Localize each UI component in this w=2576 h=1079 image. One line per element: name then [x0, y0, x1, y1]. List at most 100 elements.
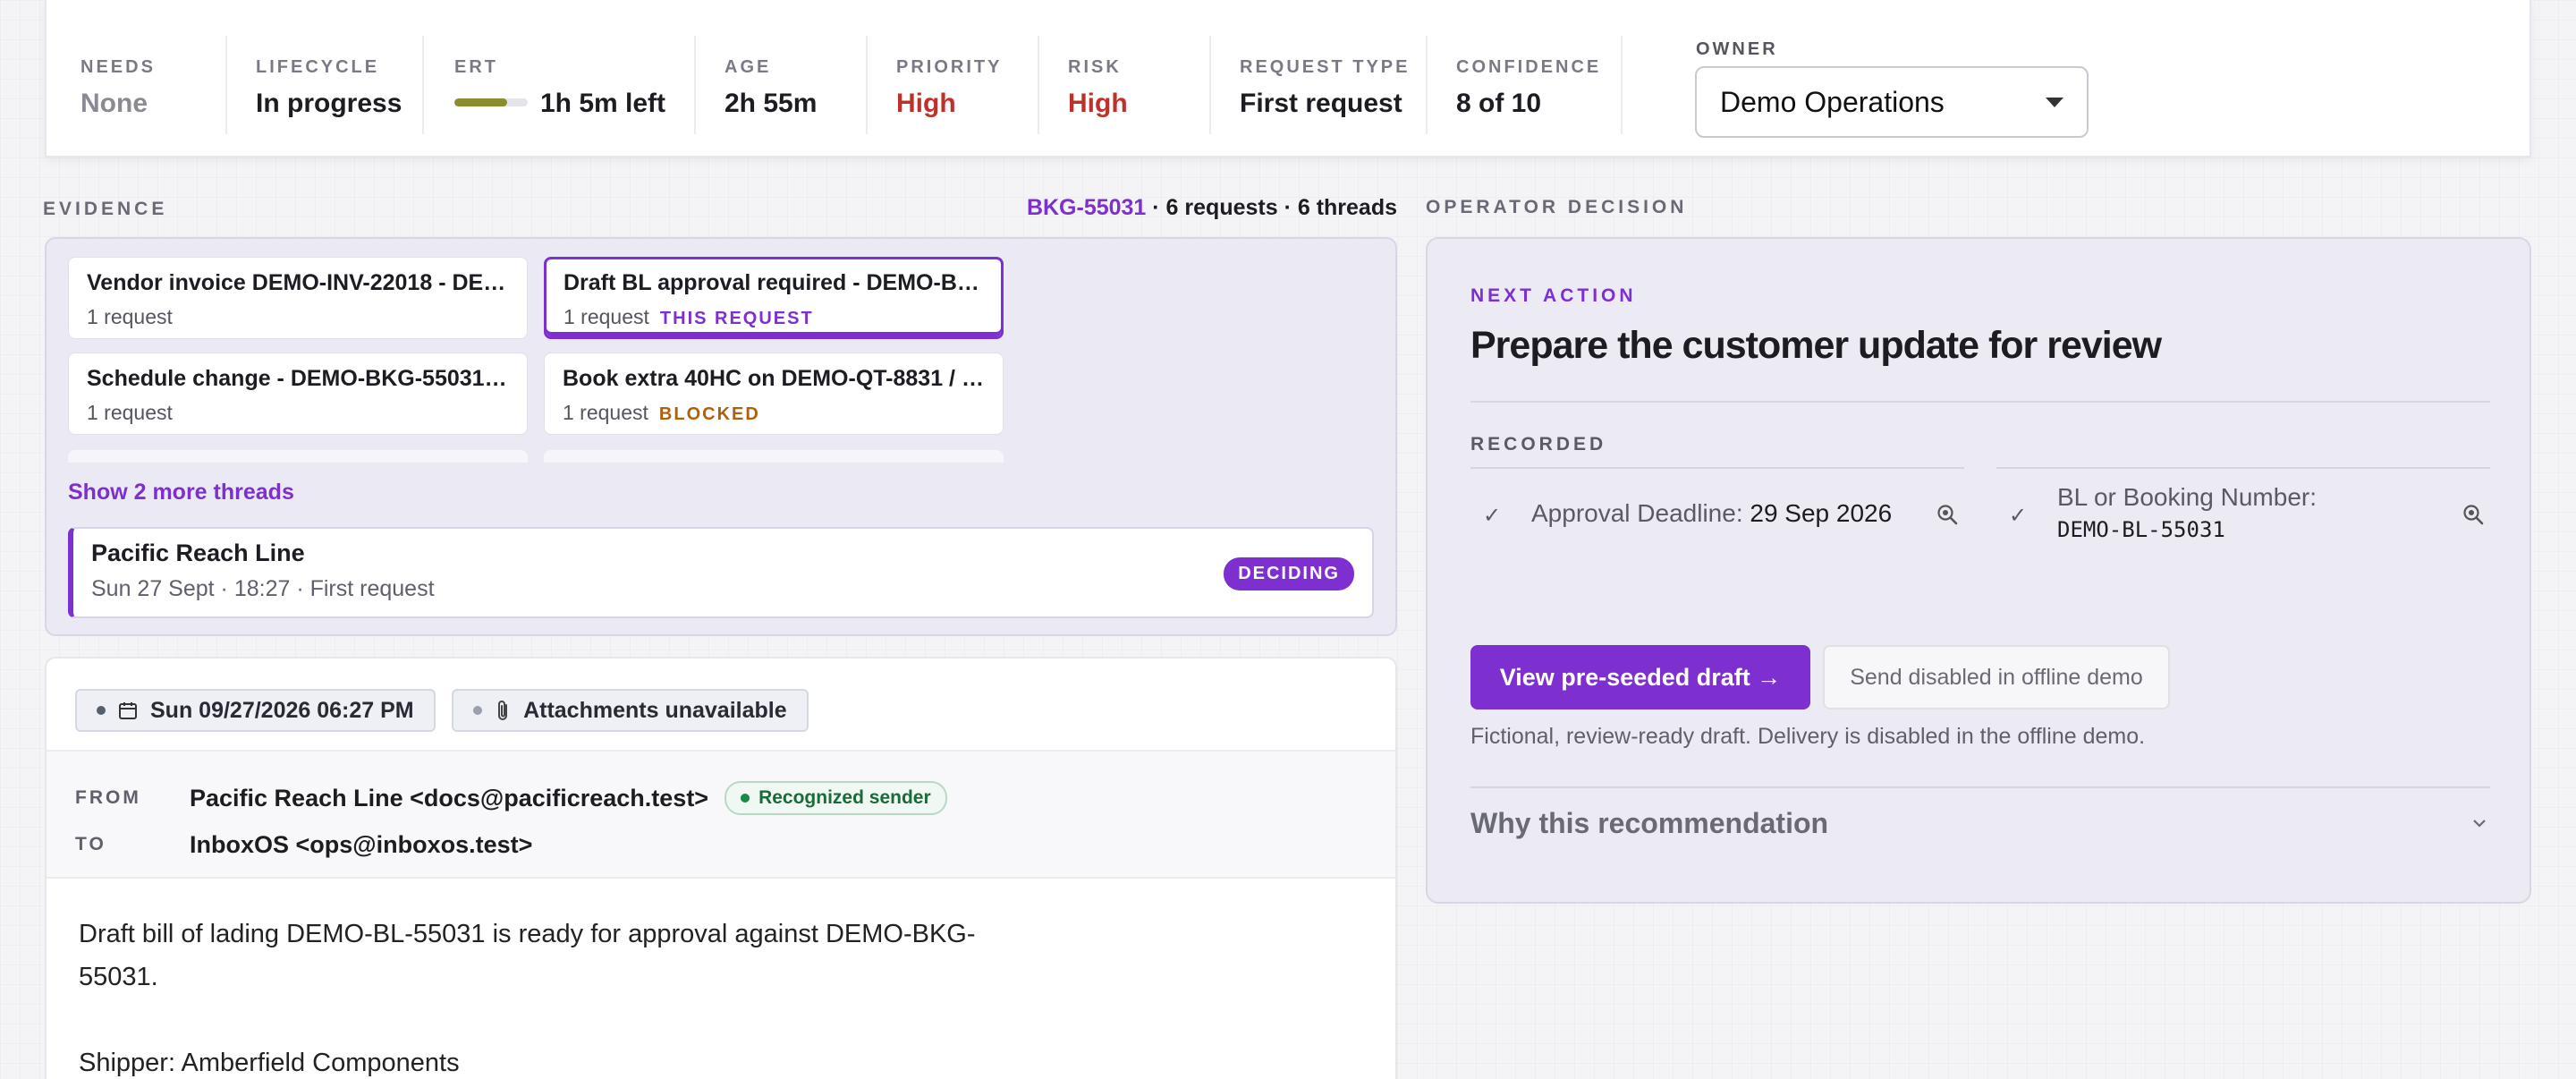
- thread-card-hidden: [68, 450, 528, 463]
- evidence-panel: Vendor invoice DEMO-INV-22018 - DEMO-BKG…: [45, 237, 1397, 636]
- attachments-chip: Attachments unavailable: [452, 689, 809, 732]
- stat-ert: ERT 1h 5m left: [454, 57, 665, 119]
- why-recommendation-toggle[interactable]: Why this recommendation: [1470, 786, 2490, 858]
- stat-lifecycle-label: LIFECYCLE: [256, 57, 380, 77]
- from-address: Pacific Reach Line <docs@pacificreach.te…: [190, 784, 709, 811]
- recorded-field-text: BL or Booking Number: DEMO-BL-55031: [2057, 483, 2317, 542]
- chevron-down-icon: [2046, 97, 2063, 107]
- recorded-label: RECORDED: [1470, 434, 1607, 455]
- thread-card-active[interactable]: Draft BL approval required - DEMO-BL-550…: [544, 257, 1004, 339]
- current-message-meta: Sun 27 Sept · 18:27 · First request: [91, 576, 435, 601]
- stat-age-value: 2h 55m: [724, 89, 818, 118]
- draft-note: Fictional, review-ready draft. Delivery …: [1470, 724, 2146, 749]
- case-stats-bar: NEEDS None LIFECYCLE In progress ERT 1h …: [45, 0, 2531, 157]
- stat-request-type: REQUEST TYPE First request: [1240, 57, 1410, 119]
- stat-priority: PRIORITY High: [896, 57, 1002, 119]
- field-value: 29 Sep 2026: [1750, 499, 1893, 527]
- email-date: Sun 09/27/2026 06:27 PM: [150, 697, 414, 723]
- next-action-title: Prepare the customer update for review: [1470, 324, 2162, 367]
- stat-risk-label: RISK: [1068, 57, 1122, 77]
- thread-sub: 1 request BLOCKED: [563, 401, 985, 425]
- thread-count: 1 request: [87, 305, 173, 328]
- search-source-icon[interactable]: [1936, 503, 1959, 526]
- email-body-paragraph: Draft bill of lading DEMO-BL-55031 is re…: [79, 920, 976, 991]
- operator-decision-panel: NEXT ACTION Prepare the customer update …: [1426, 237, 2531, 904]
- show-more-threads-link[interactable]: Show 2 more threads: [68, 480, 294, 506]
- recorded-field-text: Approval Deadline: 29 Sep 2026: [1531, 499, 1892, 528]
- from-label: FROM: [75, 787, 141, 808]
- stat-age: AGE 2h 55m: [724, 57, 817, 119]
- stat-divider: [866, 36, 868, 134]
- search-source-icon[interactable]: [2462, 503, 2485, 526]
- recorded-field-bl-number: ✓ BL or Booking Number: DEMO-BL-55031: [1996, 467, 2490, 556]
- blocked-tag: BLOCKED: [658, 404, 760, 424]
- stat-lifecycle: LIFECYCLE In progress: [256, 57, 402, 119]
- attachments-label: Attachments unavailable: [523, 697, 787, 723]
- to-label: TO: [75, 834, 106, 854]
- stat-divider: [422, 36, 424, 134]
- thread-card[interactable]: Book extra 40HC on DEMO-QT-8831 / DEMO-B…: [544, 353, 1004, 435]
- stat-divider: [1038, 36, 1039, 134]
- operator-decision-heading: OPERATOR DECISION: [1426, 197, 1688, 217]
- calendar-icon: [119, 702, 137, 719]
- status-dot: [473, 706, 483, 715]
- this-request-tag: THIS REQUEST: [659, 309, 814, 328]
- evidence-heading: EVIDENCE: [43, 199, 168, 219]
- stat-ert-value: 1h 5m left: [454, 89, 665, 119]
- recorded-field-deadline: ✓ Approval Deadline: 29 Sep 2026: [1470, 467, 1964, 556]
- stat-divider: [1426, 36, 1428, 134]
- field-label: Approval Deadline:: [1531, 499, 1743, 527]
- booking-ref-link[interactable]: BKG-55031: [1027, 195, 1146, 220]
- stat-confidence: CONFIDENCE 8 of 10: [1456, 57, 1601, 119]
- stat-ert-label: ERT: [454, 57, 498, 77]
- thread-count: 1 request: [563, 401, 648, 424]
- check-icon: ✓: [2009, 504, 2028, 528]
- thread-title: Schedule change - DEMO-BKG-55031 vessel …: [87, 366, 509, 391]
- stat-risk: RISK High: [1068, 57, 1128, 119]
- view-draft-button[interactable]: View pre-seeded draft →: [1470, 645, 1810, 709]
- thread-sub: 1 request THIS REQUEST: [564, 305, 984, 329]
- thread-card[interactable]: Vendor invoice DEMO-INV-22018 - DEMO-BKG…: [68, 257, 528, 339]
- email-chips: Sun 09/27/2026 06:27 PM Attachments unav…: [47, 658, 1395, 752]
- stat-needs: NEEDS None: [80, 57, 156, 119]
- check-icon: ✓: [1483, 504, 1502, 528]
- thread-sub: 1 request: [87, 401, 509, 425]
- thread-summary: BKG-55031 · 6 requests · 6 threads: [1027, 195, 1397, 221]
- deciding-badge: DECIDING: [1224, 557, 1354, 590]
- divider: [1470, 401, 2490, 403]
- thread-card[interactable]: Schedule change - DEMO-BKG-55031 vessel …: [68, 353, 528, 435]
- stat-divider: [1621, 36, 1623, 134]
- current-message-card[interactable]: Pacific Reach Line Sun 27 Sept · 18:27 ·…: [68, 527, 1374, 618]
- stat-needs-value: None: [80, 89, 148, 118]
- thread-title: Vendor invoice DEMO-INV-22018 - DEMO-BKG…: [87, 270, 509, 295]
- current-message-sender: Pacific Reach Line: [91, 540, 305, 566]
- date-chip: Sun 09/27/2026 06:27 PM: [75, 689, 436, 732]
- stat-divider: [1209, 36, 1211, 134]
- status-dot: [97, 706, 106, 715]
- stat-priority-label: PRIORITY: [896, 57, 1003, 77]
- next-action-label: NEXT ACTION: [1470, 285, 1637, 306]
- owner-select-value: Demo Operations: [1720, 85, 1945, 118]
- stat-age-label: AGE: [724, 57, 772, 77]
- thread-count: 1 request: [87, 401, 173, 424]
- stat-confidence-label: CONFIDENCE: [1456, 57, 1602, 77]
- email-viewer: Sun 09/27/2026 06:27 PM Attachments unav…: [45, 657, 1397, 1079]
- stat-request-type-label: REQUEST TYPE: [1240, 57, 1411, 77]
- chevron-down-icon: [2473, 820, 2486, 828]
- stat-lifecycle-value: In progress: [256, 89, 402, 118]
- stat-divider: [225, 36, 227, 134]
- ert-progress-bar: [454, 98, 528, 106]
- email-headers: FROM Pacific Reach Line <docs@pacificrea…: [47, 752, 1395, 879]
- to-row: TO InboxOS <ops@inboxos.test>: [47, 821, 1395, 868]
- thread-summary-text: · 6 requests · 6 threads: [1146, 195, 1397, 220]
- recognized-sender-badge: Recognized sender: [724, 781, 947, 815]
- owner-label: OWNER: [1696, 39, 1778, 59]
- stat-divider: [694, 36, 696, 134]
- send-disabled-button[interactable]: Send disabled in offline demo: [1823, 645, 2170, 709]
- stat-needs-label: NEEDS: [80, 57, 156, 77]
- thread-title: Draft BL approval required - DEMO-BL-550…: [564, 270, 984, 295]
- from-row: FROM Pacific Reach Line <docs@pacificrea…: [47, 775, 1395, 821]
- stat-priority-value: High: [896, 89, 956, 118]
- thread-count: 1 request: [564, 305, 649, 328]
- owner-select[interactable]: Demo Operations: [1695, 66, 2089, 138]
